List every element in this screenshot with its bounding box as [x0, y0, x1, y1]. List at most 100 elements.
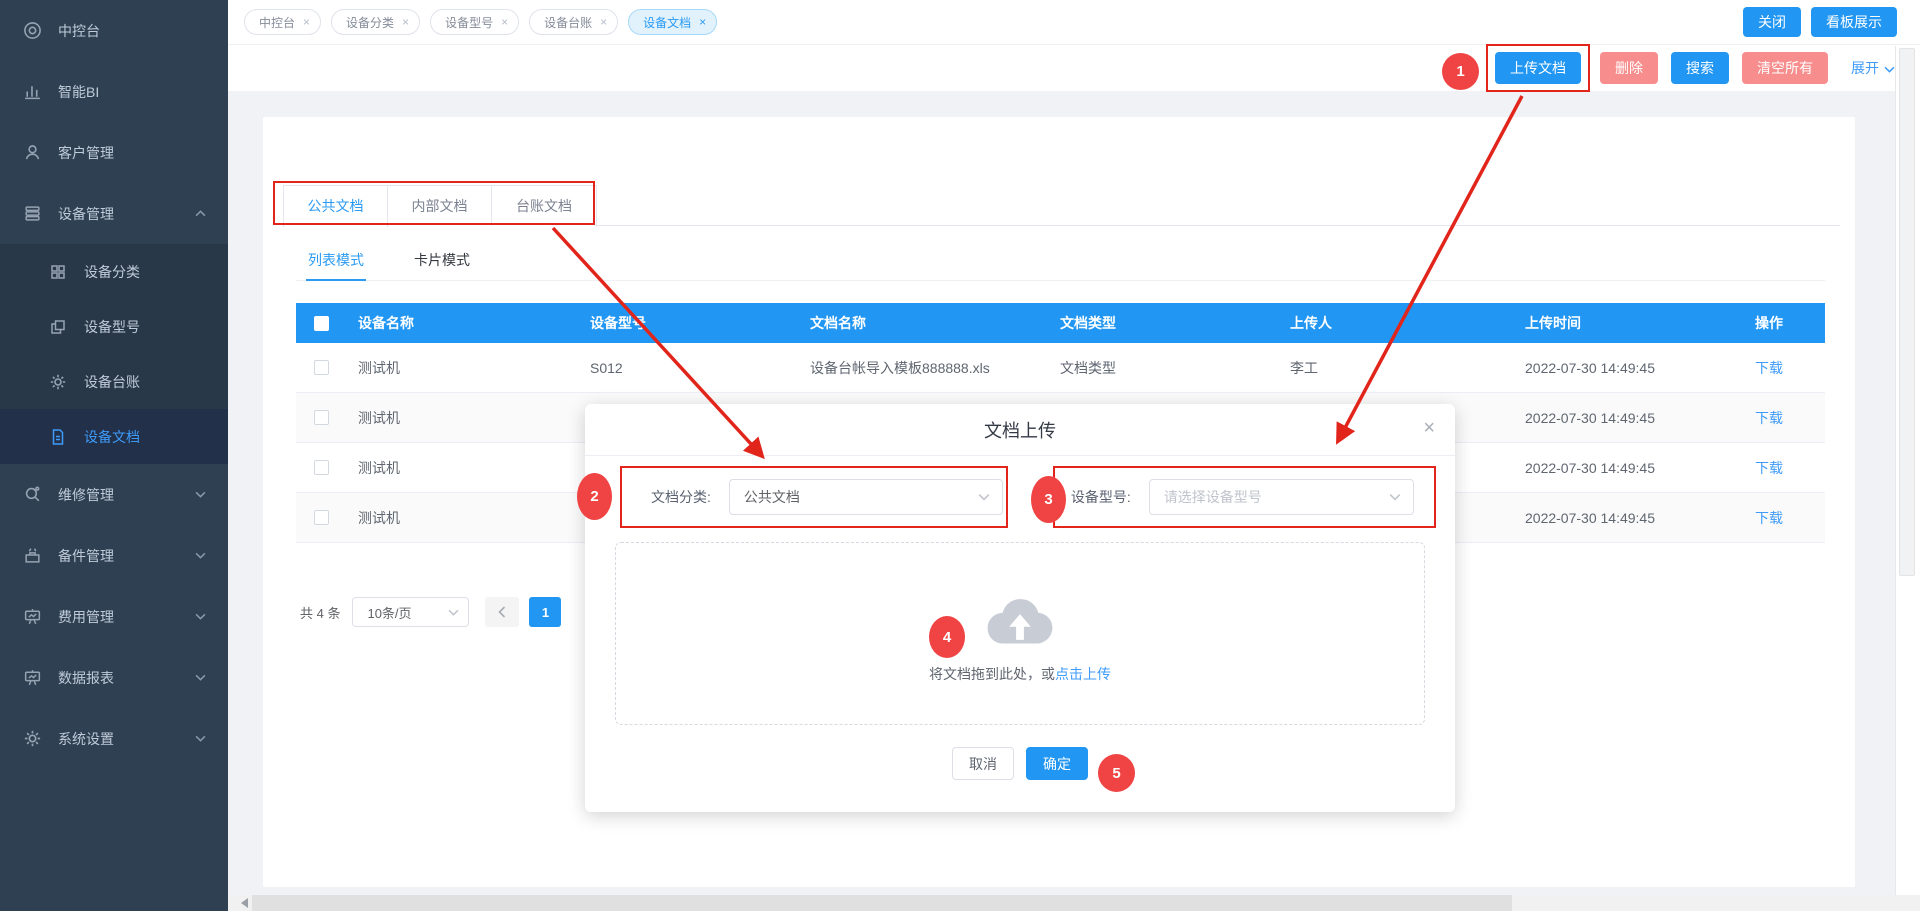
upload-doc-button[interactable]: 上传文档: [1495, 52, 1581, 84]
sidebar-item-label: 费用管理: [58, 607, 114, 627]
close-button[interactable]: 关闭: [1743, 7, 1801, 37]
clear-all-button[interactable]: 清空所有: [1742, 52, 1828, 84]
horizontal-scrollbar-thumb[interactable]: [252, 895, 1512, 911]
table-header: 设备名称 设备型号 文档名称 文档类型 上传人 上传时间 操作: [296, 303, 1825, 343]
sidebar-item-bi[interactable]: 智能BI: [0, 61, 228, 122]
dialog-title: 文档上传: [984, 417, 1056, 443]
cloud-upload-icon: [984, 595, 1056, 656]
sidebar-item-label: 设备型号: [84, 317, 140, 337]
close-icon[interactable]: ×: [402, 15, 409, 29]
download-link[interactable]: 下载: [1741, 358, 1825, 378]
sidebar-item-settings[interactable]: 系统设置: [0, 708, 228, 769]
tag-device-model[interactable]: 设备型号×: [430, 9, 519, 35]
col-header: 文档名称: [796, 313, 1046, 333]
grid-icon: [48, 262, 68, 282]
vertical-scrollbar-thumb[interactable]: [1899, 48, 1915, 576]
expand-link[interactable]: 展开: [1851, 58, 1895, 78]
sidebar-item-label: 设备分类: [84, 262, 140, 282]
sidebar-item-label: 系统设置: [58, 729, 114, 749]
table-row: 测试机 S012 设备台帐导入模板888888.xls 文档类型 李工 2022…: [296, 343, 1825, 393]
vertical-scrollbar[interactable]: [1895, 46, 1920, 895]
tag-device-ledger[interactable]: 设备台账 ×: [529, 9, 618, 35]
page-size-value: 10条/页: [367, 603, 411, 622]
page-1-button[interactable]: 1: [529, 597, 561, 627]
sidebar-item-label: 中控台: [58, 21, 100, 41]
chevron-down-icon: [195, 613, 206, 620]
horizontal-scrollbar[interactable]: [228, 895, 1920, 911]
board-display-button[interactable]: 看板展示: [1811, 7, 1897, 37]
tag-device-category[interactable]: 设备分类×: [331, 9, 420, 35]
tag-device-docs[interactable]: 设备文档×: [628, 9, 717, 35]
copy-icon: [48, 317, 68, 337]
sidebar-item-device-ledger[interactable]: 设备台账: [0, 354, 228, 409]
chevron-up-icon: [195, 210, 206, 217]
tab-internal-docs[interactable]: 内部文档: [388, 186, 492, 226]
dialog-close-icon[interactable]: ×: [1423, 418, 1435, 438]
dropzone-hint-text: 将文档拖到此处，或: [929, 666, 1055, 682]
sidebar-item-device-docs[interactable]: 设备文档: [0, 409, 228, 464]
prev-page-button[interactable]: [485, 597, 519, 627]
device-model-group: 设备型号: 请选择设备型号: [1071, 479, 1414, 515]
close-icon[interactable]: ×: [600, 15, 607, 29]
tab-list-mode[interactable]: 列表模式: [306, 240, 366, 281]
file-dropzone[interactable]: 将文档拖到此处，或点击上传: [615, 542, 1425, 725]
tab-ledger-docs[interactable]: 台账文档: [492, 186, 596, 226]
sidebar-item-label: 设备台账: [84, 372, 140, 392]
annotation-step-5: 5: [1098, 754, 1135, 792]
col-header: 设备名称: [344, 313, 576, 333]
sidebar-submenu-devices: 设备分类 设备型号 设备台账 设备文档: [0, 244, 228, 464]
col-header: 文档类型: [1046, 313, 1276, 333]
scroll-left-arrow-icon[interactable]: [236, 898, 248, 908]
sidebar-item-reports[interactable]: 数据报表: [0, 647, 228, 708]
col-header: 上传时间: [1511, 313, 1741, 333]
click-upload-link[interactable]: 点击上传: [1055, 666, 1111, 682]
sidebar-item-customers[interactable]: 客户管理: [0, 122, 228, 183]
delete-button[interactable]: 删除: [1600, 52, 1658, 84]
sidebar-item-expenses[interactable]: 费用管理: [0, 586, 228, 647]
device-model-placeholder: 请选择设备型号: [1164, 487, 1262, 507]
cell-upload-time: 2022-07-30 14:49:45: [1511, 510, 1741, 526]
device-model-label: 设备型号:: [1071, 487, 1131, 507]
gear-icon: [48, 372, 68, 392]
row-checkbox[interactable]: [314, 460, 329, 475]
sidebar-item-device-model[interactable]: 设备型号: [0, 299, 228, 354]
row-checkbox[interactable]: [314, 360, 329, 375]
sidebar-item-devices[interactable]: 设备管理: [0, 183, 228, 244]
tag-label: 设备台账: [544, 14, 592, 31]
cancel-button[interactable]: 取消: [952, 747, 1014, 780]
sidebar-item-device-category[interactable]: 设备分类: [0, 244, 228, 299]
sidebar-item-console[interactable]: 中控台: [0, 0, 228, 61]
row-checkbox[interactable]: [314, 510, 329, 525]
annotation-step-2: 2: [577, 473, 612, 520]
confirm-button[interactable]: 确定: [1026, 747, 1088, 780]
download-link[interactable]: 下载: [1741, 408, 1825, 428]
sidebar-item-label: 设备管理: [58, 204, 114, 224]
sidebar-item-label: 维修管理: [58, 485, 114, 505]
close-icon[interactable]: ×: [303, 15, 310, 29]
tab-card-mode[interactable]: 卡片模式: [412, 240, 472, 281]
sidebar-item-repair[interactable]: 维修管理: [0, 464, 228, 525]
cell-device-model: S012: [576, 360, 796, 376]
sidebar-item-spares[interactable]: 备件管理: [0, 525, 228, 586]
cell-upload-time: 2022-07-30 14:49:45: [1511, 360, 1741, 376]
tab-public-docs[interactable]: 公共文档: [284, 186, 388, 227]
select-all-checkbox[interactable]: [314, 316, 329, 331]
device-model-select[interactable]: 请选择设备型号: [1149, 479, 1414, 515]
row-checkbox[interactable]: [314, 410, 329, 425]
download-link[interactable]: 下载: [1741, 508, 1825, 528]
doc-category-select[interactable]: 公共文档: [729, 479, 1003, 515]
page-size-select[interactable]: 10条/页: [352, 597, 469, 627]
col-header: 设备型号: [576, 313, 796, 333]
annotation-step-3: 3: [1031, 476, 1066, 523]
upload-button-wrap: 上传文档: [1495, 52, 1581, 84]
search-button[interactable]: 搜索: [1671, 52, 1729, 84]
close-icon[interactable]: ×: [501, 15, 508, 29]
cell-doc-name: 设备台帐导入模板888888.xls: [796, 358, 1046, 378]
toolbox-icon: [22, 546, 42, 566]
customer-icon: [22, 143, 42, 163]
download-link[interactable]: 下载: [1741, 458, 1825, 478]
dialog-footer: 取消 确定: [585, 747, 1455, 780]
tag-console[interactable]: 中控台×: [244, 9, 321, 35]
annotation-step-1: 1: [1442, 53, 1479, 90]
close-icon[interactable]: ×: [699, 15, 706, 29]
